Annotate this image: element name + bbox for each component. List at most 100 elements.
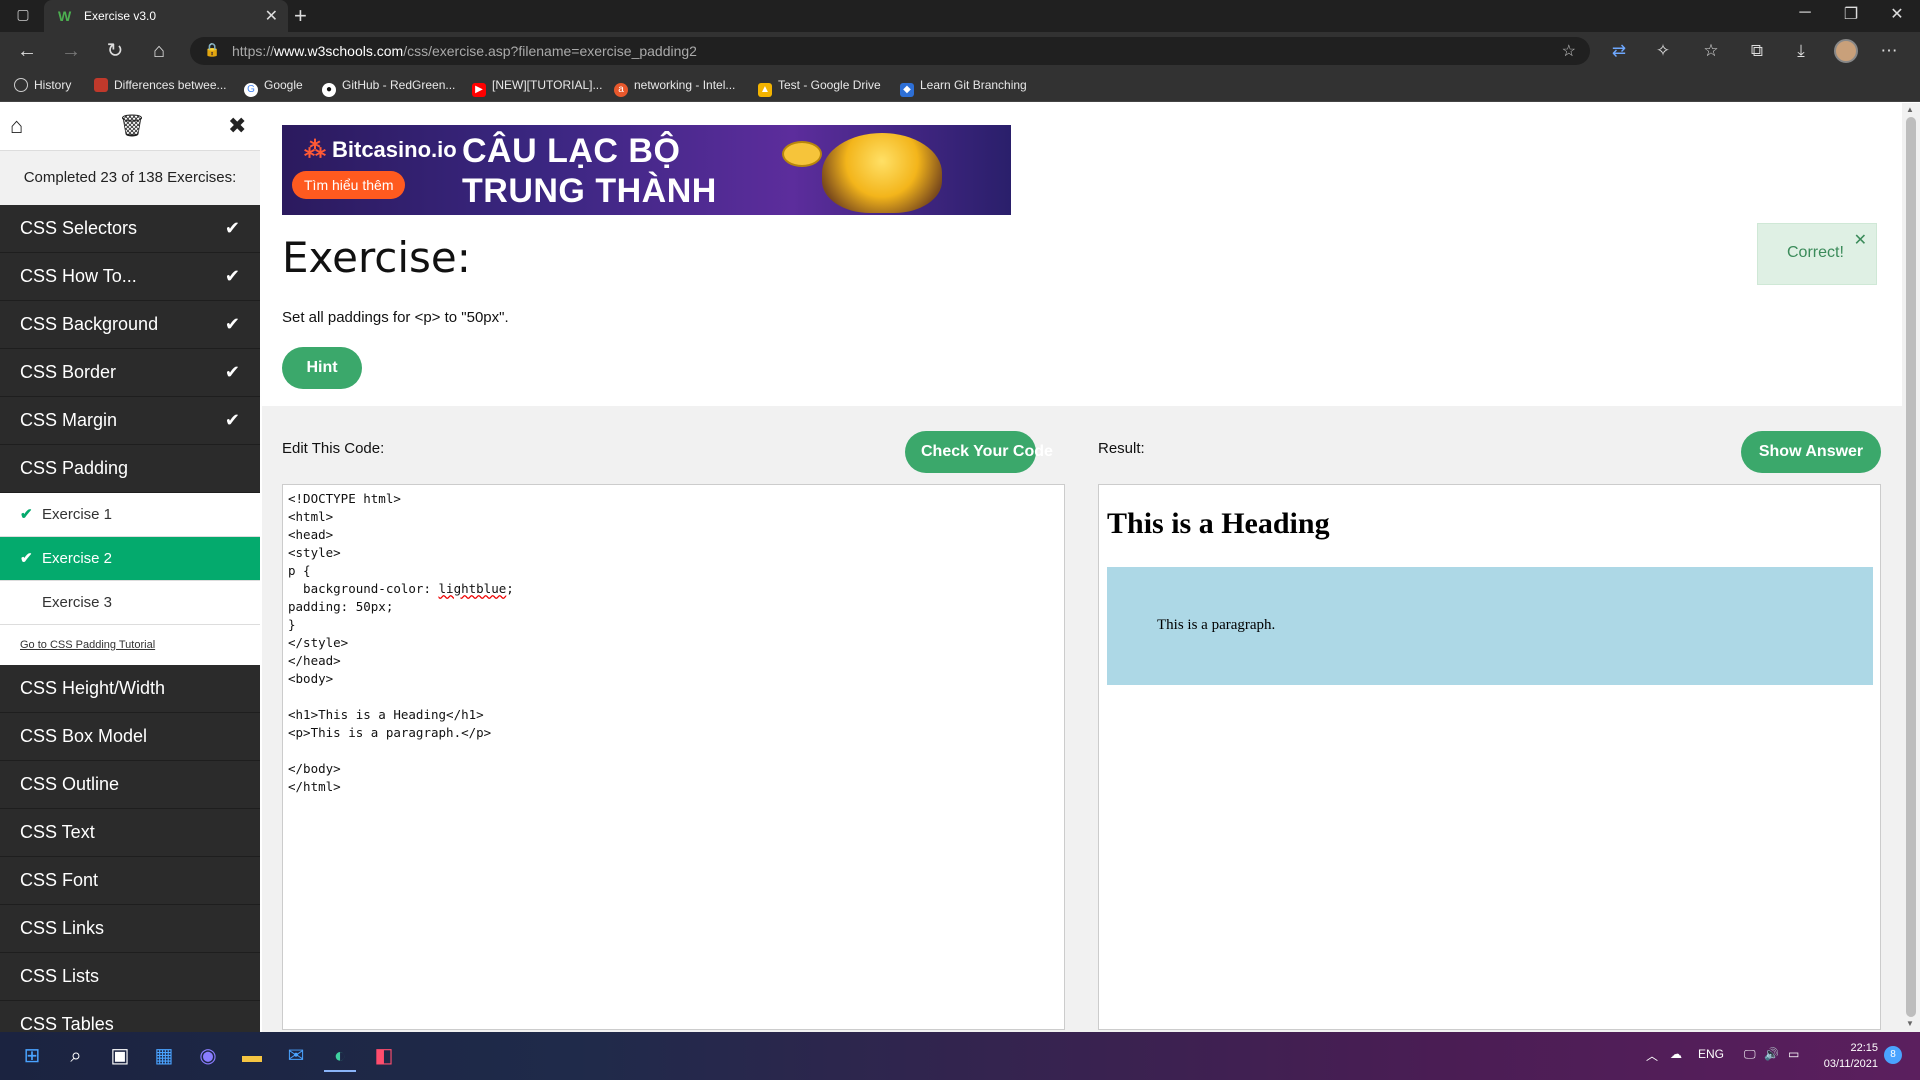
favorite-star-icon[interactable]: ☆ (1562, 41, 1576, 61)
collections-icon[interactable]: ⧉ (1744, 39, 1770, 63)
w3schools-favicon-icon: W (58, 8, 72, 24)
more-menu-icon[interactable]: ⋯ (1876, 39, 1902, 63)
volume-icon[interactable]: 🔊 (1764, 1047, 1779, 1061)
widgets-icon[interactable]: ▦ (148, 1040, 180, 1072)
tab-actions-icon[interactable]: ▢ (8, 6, 38, 26)
translate-icon[interactable]: ⇄ (1606, 39, 1632, 63)
history-icon (14, 78, 28, 92)
search-icon[interactable]: ⌕ (60, 1040, 92, 1072)
sidebar-item-css-margin[interactable]: CSS Margin ✔ (0, 397, 260, 445)
bookmark-networking[interactable]: a networking - Intel... (614, 78, 735, 97)
tray-chevron-icon[interactable]: ︿ (1646, 1047, 1658, 1064)
hint-button[interactable]: Hint (282, 347, 362, 389)
tab-close-icon[interactable]: ✕ (265, 6, 278, 26)
exercise-instruction: Set all paddings for <p> to "50px". (282, 309, 509, 326)
new-tab-button[interactable]: + (294, 3, 307, 29)
profile-avatar[interactable] (1834, 39, 1858, 63)
git-icon: ◆ (900, 83, 914, 97)
extensions-icon[interactable]: ✧ (1650, 39, 1676, 63)
home-icon[interactable]: ⌂ (10, 113, 23, 139)
edge-browser-icon[interactable]: ◐ (324, 1040, 356, 1072)
forward-button[interactable]: → (58, 39, 84, 63)
toast-text: Correct! (1787, 244, 1844, 261)
result-heading: This is a Heading (1107, 507, 1330, 540)
teams-chat-icon[interactable]: ◉ (192, 1040, 224, 1072)
task-view-icon[interactable]: ▣ (104, 1040, 136, 1072)
sub-item-exercise-3[interactable]: Exercise 3 (0, 581, 260, 625)
sidebar-toolbar: ⌂ 🗑 ✖ (0, 103, 260, 151)
result-paragraph: This is a paragraph. (1107, 567, 1873, 685)
toast-close-icon[interactable]: ✕ (1854, 230, 1867, 250)
sidebar-item-css-selectors[interactable]: CSS Selectors ✔ (0, 205, 260, 253)
page-title: Exercise: (282, 233, 471, 282)
mail-icon[interactable]: ✉ (280, 1040, 312, 1072)
sidebar-item-css-background[interactable]: CSS Background ✔ (0, 301, 260, 349)
bookmark-icon (94, 78, 108, 92)
ad-banner[interactable]: ⁂ Bitcasino.io Tìm hiểu thêm CÂU LẠC BỘ TR… (282, 125, 1011, 215)
sub-item-exercise-1[interactable]: ✔ Exercise 1 (0, 493, 260, 537)
result-label: Result: (1098, 440, 1145, 457)
bookmark-google-drive[interactable]: ▲ Test - Google Drive (758, 78, 881, 97)
sidebar-item-css-text[interactable]: CSS Text (0, 809, 260, 857)
bookmark-google[interactable]: G Google (244, 78, 303, 97)
url-bar[interactable]: 🔒 https://www.w3schools.com/css/exercise… (190, 37, 1590, 65)
battery-icon[interactable]: ▭ (1788, 1047, 1799, 1061)
restore-button[interactable]: ❐ (1828, 4, 1874, 24)
network-icon[interactable]: 🖵 (1744, 1047, 1756, 1062)
notification-badge[interactable]: 8 (1884, 1046, 1902, 1064)
file-explorer-icon[interactable]: ▬ (236, 1040, 268, 1072)
check-icon: ✔ (224, 266, 240, 286)
language-indicator[interactable]: ENG (1698, 1047, 1724, 1061)
taskbar-clock[interactable]: 22:15 03/11/2021 (1818, 1040, 1878, 1072)
browser-tab[interactable]: W Exercise v3.0 ✕ (44, 0, 288, 32)
ad-cta-button[interactable]: Tìm hiểu thêm (292, 171, 406, 199)
coin-icon (782, 141, 822, 167)
bookmark-youtube[interactable]: ▶ [NEW][TUTORIAL]... (472, 78, 602, 97)
start-icon[interactable]: ⊞ (16, 1040, 48, 1072)
clock-time: 22:15 (1850, 1042, 1878, 1054)
sidebar-item-css-height-width[interactable]: CSS Height/Width (0, 665, 260, 713)
sidebar-item-css-outline[interactable]: CSS Outline (0, 761, 260, 809)
check-icon: ✔ (224, 314, 240, 334)
downloads-icon[interactable]: ⤓ (1788, 39, 1814, 63)
code-editor[interactable]: <!DOCTYPE html> <html> <head> <style> p … (282, 484, 1065, 1030)
check-icon: ✔ (224, 362, 240, 382)
minimize-button[interactable]: ─ (1782, 4, 1828, 22)
ask-icon: a (614, 83, 628, 97)
sidebar-item-css-border[interactable]: CSS Border ✔ (0, 349, 260, 397)
show-answer-button[interactable]: Show Answer (1741, 431, 1881, 473)
close-icon[interactable]: ✖ (228, 113, 246, 139)
tab-title: Exercise v3.0 (84, 9, 157, 23)
favorites-icon[interactable]: ☆ (1698, 39, 1724, 63)
jetbrains-icon[interactable]: ◧ (368, 1040, 400, 1072)
sub-item-exercise-2[interactable]: ✔ Exercise 2 (0, 537, 260, 581)
bookmark-github[interactable]: ● GitHub - RedGreen... (322, 78, 455, 97)
sidebar-item-css-padding[interactable]: CSS Padding (0, 445, 260, 493)
sidebar-item-css-font[interactable]: CSS Font (0, 857, 260, 905)
scroll-down-icon[interactable]: ▼ (1906, 1019, 1914, 1028)
scrollbar-thumb[interactable] (1906, 117, 1916, 1017)
refresh-button[interactable]: ↻ (102, 39, 128, 63)
page-scrollbar[interactable]: ▲ ▼ (1902, 103, 1920, 1032)
scroll-up-icon[interactable]: ▲ (1906, 105, 1914, 114)
trash-icon[interactable]: 🗑 (118, 113, 146, 139)
bookmark-differences[interactable]: Differences betwee... (94, 78, 227, 92)
back-button[interactable]: ← (14, 39, 40, 63)
lock-icon: 🔒 (204, 42, 221, 57)
sidebar-item-css-how-to[interactable]: CSS How To... ✔ (0, 253, 260, 301)
check-code-button[interactable]: Check Your Code (905, 431, 1053, 473)
exercise-sidebar: ⌂ 🗑 ✖ Completed 23 of 138 Exercises: CSS… (0, 103, 260, 1032)
bookmark-history[interactable]: History (14, 78, 71, 92)
ad-headline: CÂU LẠC BỘ TRUNG THÀNH (462, 132, 717, 210)
spellcheck-word: lightblue (438, 581, 507, 596)
sidebar-item-css-tables[interactable]: CSS Tables (0, 1001, 260, 1032)
sidebar-item-css-links[interactable]: CSS Links (0, 905, 260, 953)
sidebar-item-css-box-model[interactable]: CSS Box Model (0, 713, 260, 761)
onedrive-icon[interactable]: ☁ (1670, 1047, 1682, 1061)
window-close-button[interactable]: ✕ (1874, 4, 1920, 24)
check-icon: ✔ (20, 550, 33, 567)
bookmark-learn-git[interactable]: ◆ Learn Git Branching (900, 78, 1027, 97)
home-button[interactable]: ⌂ (146, 39, 172, 63)
sidebar-item-css-lists[interactable]: CSS Lists (0, 953, 260, 1001)
tutorial-link[interactable]: Go to CSS Padding Tutorial (0, 625, 260, 665)
